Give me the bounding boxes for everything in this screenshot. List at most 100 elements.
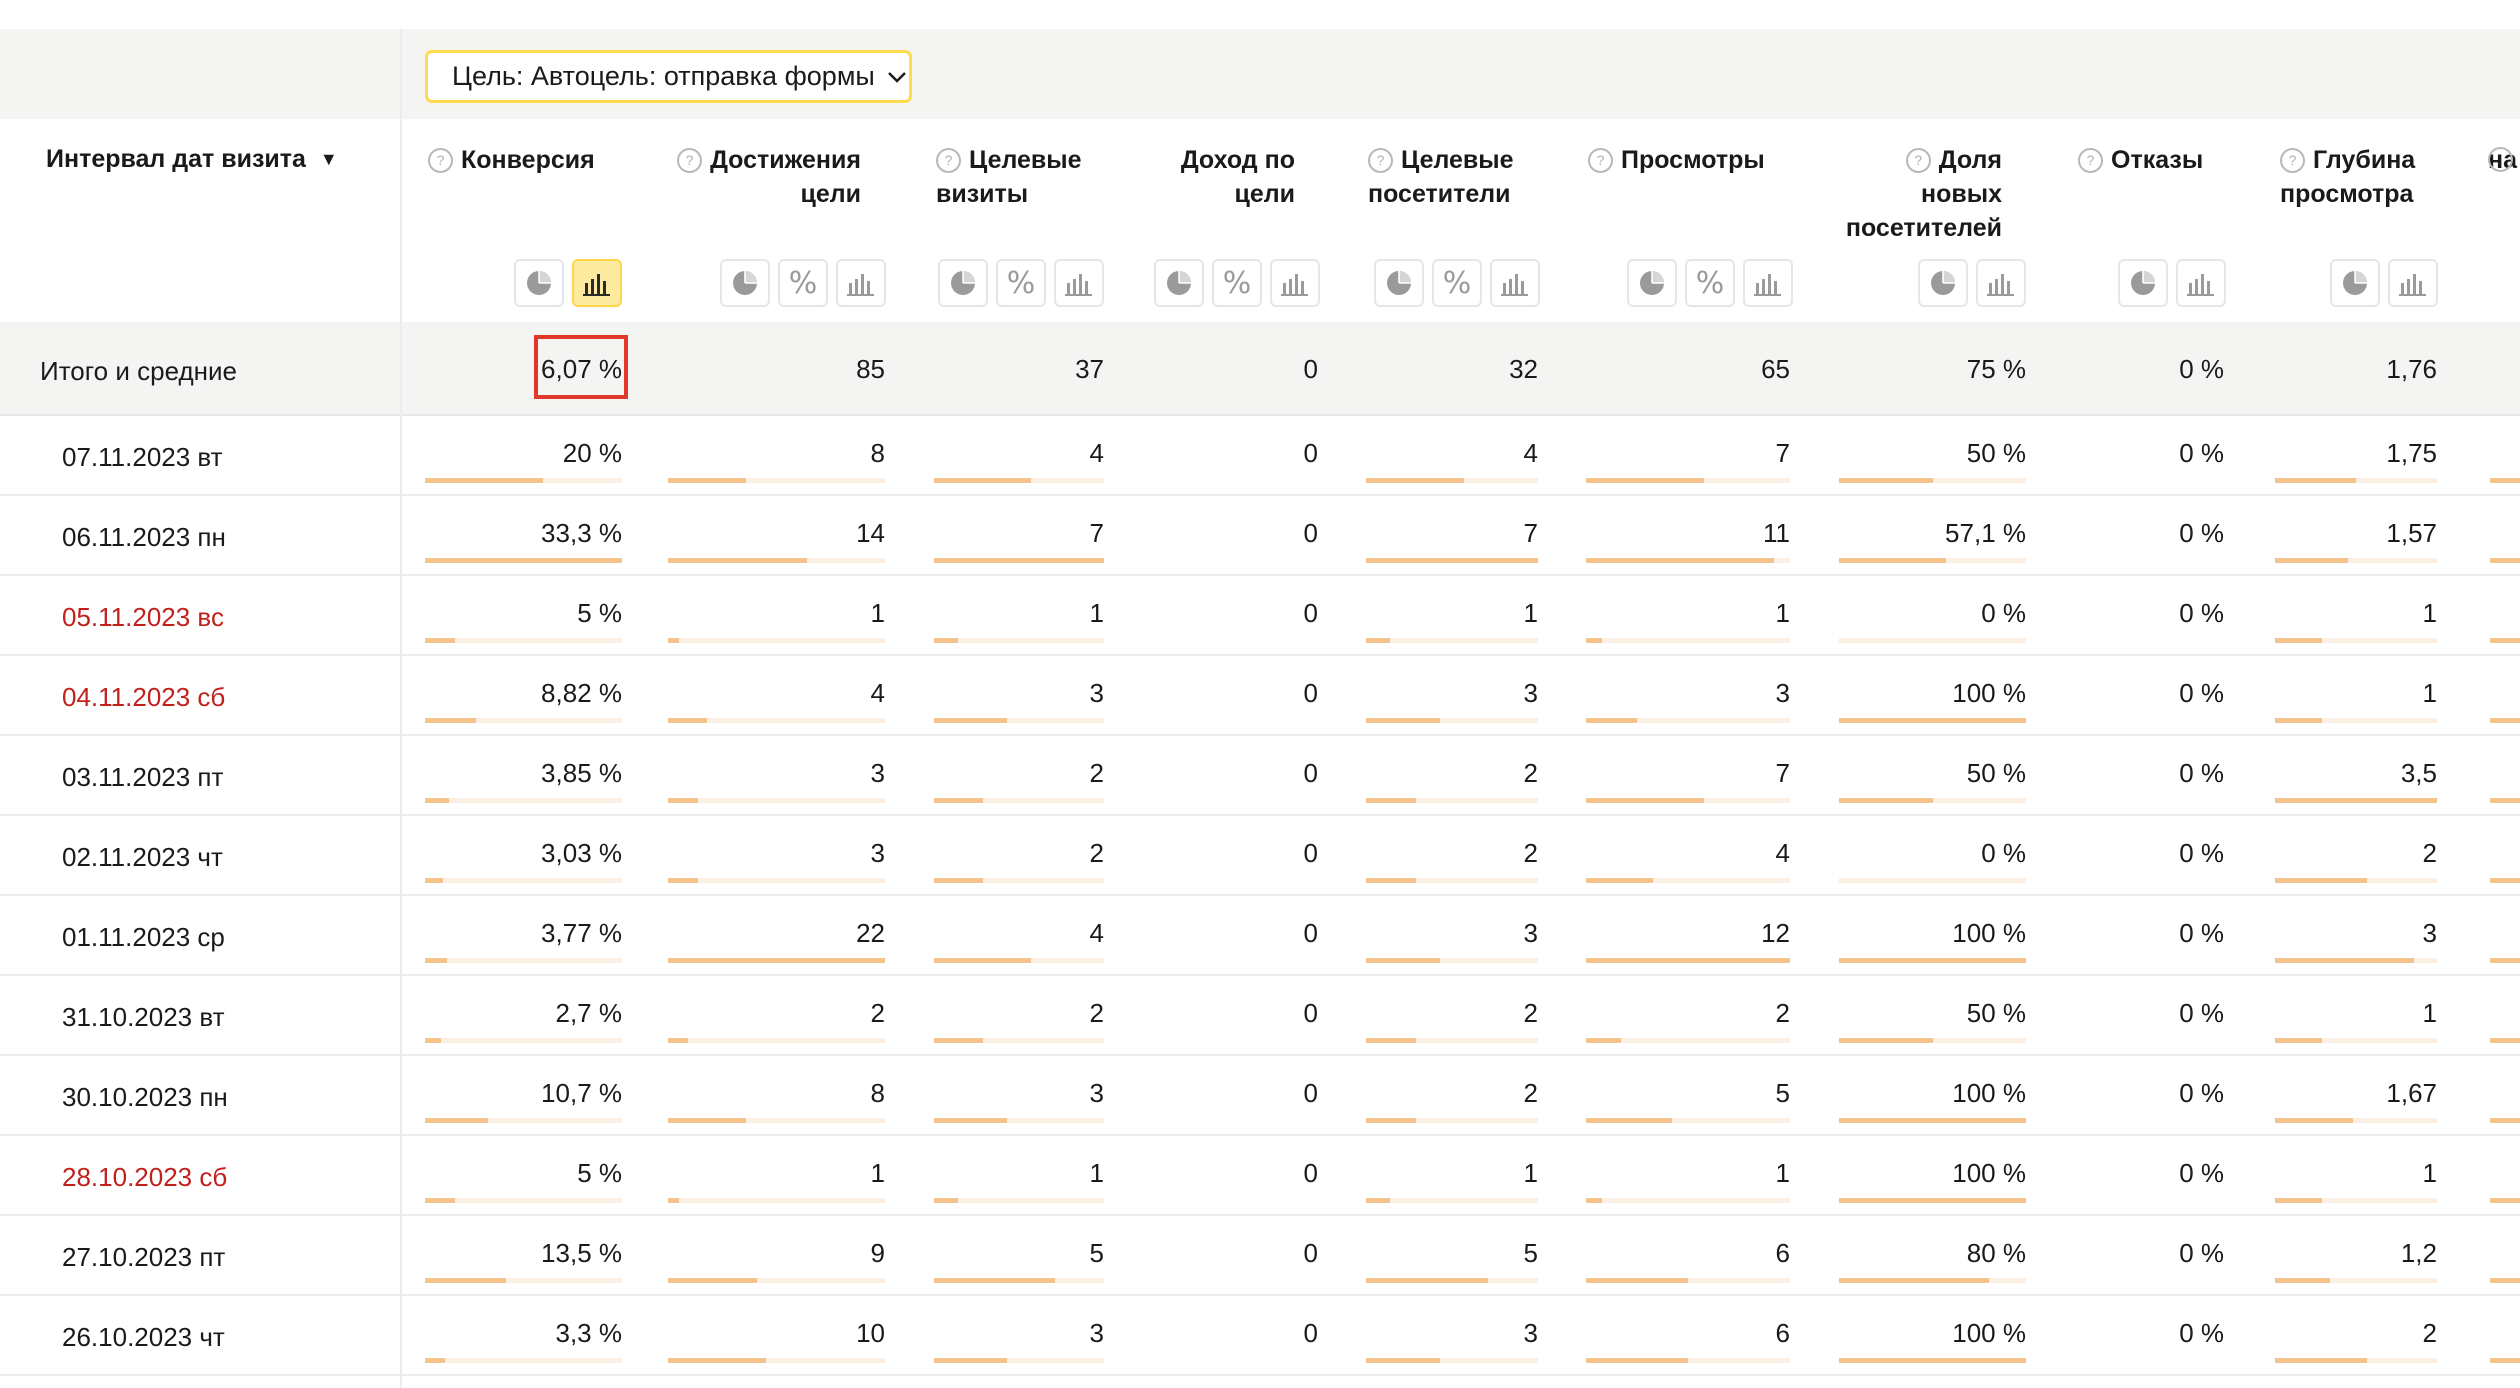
table-row[interactable]: 07.11.2023 вт 20 % 8 4 0 4 7 50 % 0 % 1,75 xyxy=(0,416,2520,496)
bar-chart-button[interactable] xyxy=(1270,259,1320,307)
percent-button[interactable]: % xyxy=(1212,259,1262,307)
help-icon[interactable]: ? xyxy=(1588,148,1613,173)
date-column-header[interactable]: Интервал дат визита ▼ xyxy=(46,145,338,174)
cell-bounce: 0 % xyxy=(2179,918,2224,948)
pie-chart-button[interactable] xyxy=(938,259,988,307)
pie-chart-icon xyxy=(1385,269,1413,297)
value-bar-fill xyxy=(1839,478,1933,483)
help-icon[interactable] xyxy=(2488,147,2513,172)
pie-chart-button[interactable] xyxy=(1374,259,1424,307)
value-bar-fill xyxy=(2275,558,2348,563)
cell-tusers: 3 xyxy=(1523,918,1538,948)
column-header-conv[interactable]: ? Конверсия xyxy=(428,143,595,177)
table-row[interactable]: 26.10.2023 чт 3,3 % 10 3 0 3 6 100 % 0 % 2 xyxy=(0,1296,2520,1376)
table-row[interactable]: 31.10.2023 вт 2,7 % 2 2 0 2 2 50 % 0 % 1 xyxy=(0,976,2520,1056)
column-header-reach[interactable]: ? Достижения цели xyxy=(668,143,861,211)
table-row[interactable]: 03.11.2023 пт 3,85 % 3 2 0 2 7 50 % 0 % 3,5 xyxy=(0,736,2520,816)
value-bar-fill xyxy=(1839,1358,2026,1363)
help-icon[interactable]: ? xyxy=(677,148,703,173)
value-bar-fill xyxy=(934,718,1007,723)
help-icon[interactable]: ? xyxy=(428,148,453,173)
pie-chart-button[interactable] xyxy=(720,259,770,307)
pie-chart-button[interactable] xyxy=(2330,259,2380,307)
cell-tvis: 3 xyxy=(1089,678,1104,708)
column-header-tusers[interactable]: ? Целевые посетители xyxy=(1368,143,1514,211)
cell-income: 0 xyxy=(1303,518,1318,548)
table-row[interactable]: 06.11.2023 пн 33,3 % 14 7 0 7 11 57,1 % 0 % 1,57 xyxy=(0,496,2520,576)
table-row[interactable]: 04.11.2023 сб 8,82 % 4 3 0 3 3 100 % 0 % 1 xyxy=(0,656,2520,736)
value-bar-fill xyxy=(668,718,707,723)
bar-chart-button[interactable] xyxy=(1490,259,1540,307)
value-bar-fill xyxy=(2490,718,2520,723)
column-header-bounce[interactable]: ? Отказы xyxy=(2078,143,2203,177)
cell-conv: 10,7 % xyxy=(541,1078,622,1108)
table-row[interactable]: 05.11.2023 вс 5 % 1 1 0 1 1 0 % 0 % 1 xyxy=(0,576,2520,656)
bar-chart-button[interactable] xyxy=(1743,259,1793,307)
pie-chart-button[interactable] xyxy=(1154,259,1204,307)
bar-chart-button[interactable] xyxy=(1976,259,2026,307)
column-header-income[interactable]: Доход по цели xyxy=(1110,143,1295,211)
column-header-label: Просмотры xyxy=(1621,146,1765,174)
help-icon[interactable]: ? xyxy=(2280,148,2305,173)
help-icon[interactable]: ? xyxy=(1368,148,1393,173)
pie-chart-button[interactable] xyxy=(1918,259,1968,307)
value-bar xyxy=(2490,478,2520,483)
value-bar xyxy=(934,638,1104,643)
value-bar xyxy=(1586,1198,1790,1203)
cell-bounce: 0 % xyxy=(2179,1078,2224,1108)
value-bar-fill xyxy=(1839,1278,1989,1283)
value-bar xyxy=(2275,958,2437,963)
help-icon[interactable]: ? xyxy=(2078,148,2103,173)
pie-chart-button[interactable] xyxy=(514,259,564,307)
value-bar-fill xyxy=(1366,718,1440,723)
value-bar-fill xyxy=(2275,478,2356,483)
help-icon[interactable]: ? xyxy=(936,148,961,173)
percent-button[interactable]: % xyxy=(778,259,828,307)
goal-selector[interactable]: Цель: Автоцель: отправка формы xyxy=(425,50,912,103)
column-header-depth[interactable]: ? Глубина просмотра xyxy=(2280,143,2415,211)
percent-button[interactable]: % xyxy=(1432,259,1482,307)
cell-income: 0 xyxy=(1303,1158,1318,1188)
bar-chart-button[interactable] xyxy=(1054,259,1104,307)
value-bar-fill xyxy=(425,1358,445,1363)
value-bar-fill xyxy=(2490,558,2520,563)
cell-income: 0 xyxy=(1303,438,1318,468)
pie-chart-icon xyxy=(2341,269,2369,297)
value-bar-fill xyxy=(1586,1278,1688,1283)
value-bar xyxy=(1366,478,1538,483)
value-bar-fill xyxy=(668,798,698,803)
table-row[interactable]: 28.10.2023 сб 5 % 1 1 0 1 1 100 % 0 % 1 xyxy=(0,1136,2520,1216)
bar-chart-button[interactable] xyxy=(2176,259,2226,307)
row-date: 05.11.2023 вс xyxy=(62,602,224,632)
table-row[interactable]: 27.10.2023 пт 13,5 % 9 5 0 5 6 80 % 0 % 1,2 xyxy=(0,1216,2520,1296)
chart-toggle-group: % xyxy=(1154,259,1320,307)
cell-newshare: 0 % xyxy=(1981,838,2026,868)
value-bar xyxy=(934,1358,1104,1363)
bar-chart-button[interactable] xyxy=(572,259,622,307)
table-row[interactable]: 30.10.2023 пн 10,7 % 8 3 0 2 5 100 % 0 % 1,67 xyxy=(0,1056,2520,1136)
cell-income: 0 xyxy=(1303,678,1318,708)
value-bar-fill xyxy=(1839,1038,1933,1043)
table-row[interactable]: 02.11.2023 чт 3,03 % 3 2 0 2 4 0 % 0 % 2 xyxy=(0,816,2520,896)
totals-cell-depth: 1,76 xyxy=(2386,354,2437,384)
pie-chart-button[interactable] xyxy=(2118,259,2168,307)
help-icon[interactable]: ? xyxy=(1905,148,1931,173)
column-header-views[interactable]: ? Просмотры xyxy=(1588,143,1765,177)
percent-button[interactable]: % xyxy=(1685,259,1735,307)
table-row[interactable]: 01.11.2023 ср 3,77 % 22 4 0 3 12 100 % 0 % 3 xyxy=(0,896,2520,976)
value-bar-fill xyxy=(2490,1118,2520,1123)
cell-views: 5 xyxy=(1775,1078,1790,1108)
cell-newshare: 80 % xyxy=(1966,1238,2026,1268)
pie-chart-button[interactable] xyxy=(1627,259,1677,307)
percent-button[interactable]: % xyxy=(996,259,1046,307)
totals-cell-income: 0 xyxy=(1303,354,1318,384)
value-bar xyxy=(668,478,885,483)
sort-desc-icon[interactable]: ▼ xyxy=(320,149,338,170)
bar-chart-button[interactable] xyxy=(2388,259,2438,307)
column-header-tvis[interactable]: ? Целевые визиты xyxy=(936,143,1082,211)
bar-chart-button[interactable] xyxy=(836,259,886,307)
value-bar xyxy=(425,558,622,563)
cell-newshare: 100 % xyxy=(1952,1318,2026,1348)
value-bar-fill xyxy=(668,1038,688,1043)
column-header-newshare[interactable]: ? Доля новых посетителей xyxy=(1840,143,2002,245)
